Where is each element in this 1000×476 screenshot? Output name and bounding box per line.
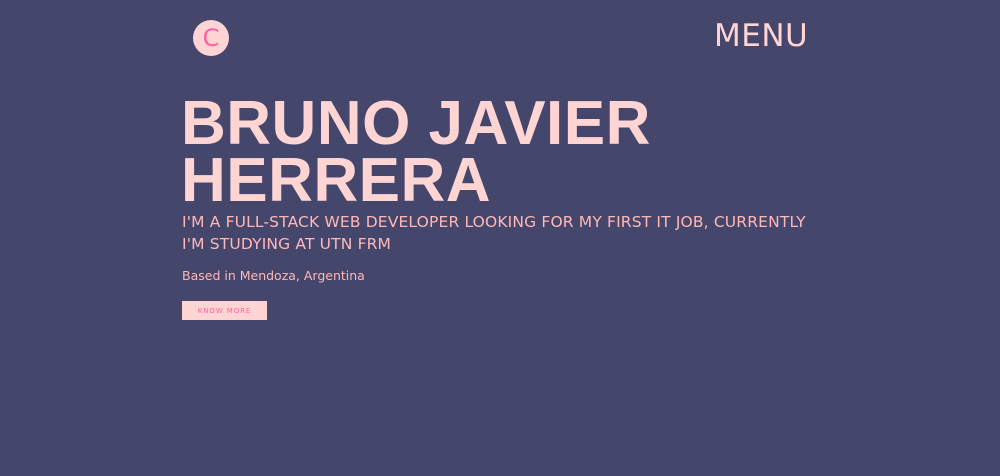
location-text: Based in Mendoza, Argentina <box>182 268 365 283</box>
hero-title-line-2: HERRERA <box>181 146 492 215</box>
hero-subtitle: I'M A FULL-STACK WEB DEVELOPER LOOKING F… <box>182 213 806 253</box>
logo-letter: C <box>202 23 220 52</box>
menu-button[interactable]: MENU <box>714 21 808 52</box>
hero-title: BRUNO JAVIER HERRERA <box>181 89 651 215</box>
page: C MENU BRUNO JAVIER HERRERA I'M A FULL-S… <box>0 0 1000 476</box>
hero-title-line-1: BRUNO JAVIER <box>181 89 651 158</box>
logo[interactable]: C <box>193 20 229 56</box>
know-more-button[interactable]: KNOW MORE <box>182 301 267 320</box>
